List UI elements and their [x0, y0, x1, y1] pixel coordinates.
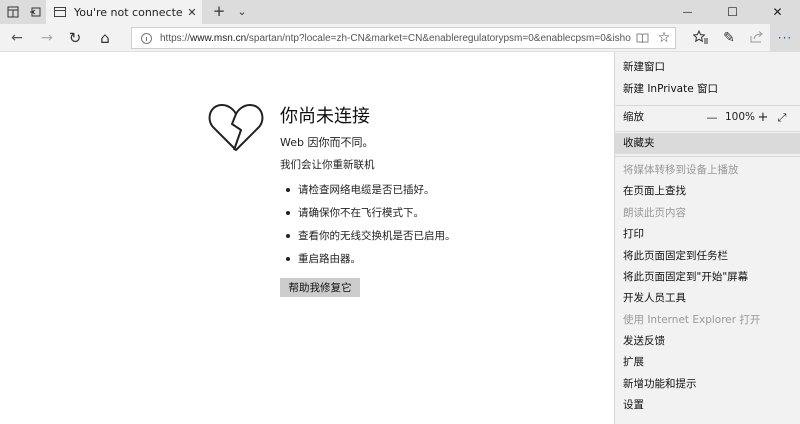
refresh-icon: ↻: [68, 29, 82, 47]
menu-item-new-inprivate[interactable]: 新建 InPrivate 窗口: [615, 79, 800, 100]
tips-list: 请检查网络电缆是否已插好。 请确保你不在飞行模式下。 查看你的无线交换机是否已启…: [286, 183, 456, 275]
favorites-hub-icon: [692, 29, 709, 47]
maximize-icon: ☐: [727, 5, 738, 19]
menu-item-pin-start[interactable]: 将此页面固定到"开始"屏幕: [615, 267, 800, 288]
menu-item-print[interactable]: 打印: [615, 224, 800, 245]
forward-button[interactable]: →: [32, 24, 62, 52]
menu-item-read-aloud[interactable]: 朗读此页内容: [615, 203, 800, 224]
list-item: 查看你的无线交换机是否已启用。: [286, 229, 456, 252]
info-icon[interactable]: [141, 32, 152, 44]
menu-item-favorites[interactable]: 收藏夹: [615, 133, 800, 154]
broken-heart-icon: [208, 104, 264, 151]
back-button[interactable]: ←: [2, 24, 32, 52]
list-item: 请检查网络电缆是否已插好。: [286, 183, 456, 206]
menu-divider: [615, 156, 800, 157]
tab-preview-icon[interactable]: [2, 0, 24, 24]
more-icon: ···: [777, 31, 793, 45]
zoom-level: 100%: [724, 111, 756, 123]
fullscreen-icon[interactable]: ⤢: [773, 107, 791, 128]
nav-bar: ← → ↻ ⌂ https://www.msn.cn/spartan/ntp?l…: [0, 24, 800, 52]
list-item: 请确保你不在飞行模式下。: [286, 206, 456, 229]
tab-title: You're not connected: [74, 5, 182, 19]
menu-item-new-window[interactable]: 新建窗口: [615, 57, 800, 78]
menu-divider: [615, 131, 800, 132]
settings-menu: 新建窗口 新建 InPrivate 窗口 缩放 — 100% + ⤢ 收藏夹 将…: [614, 52, 800, 424]
menu-item-whats-new[interactable]: 新增功能和提示: [615, 374, 800, 395]
home-icon: ⌂: [100, 29, 110, 47]
page-icon: [54, 7, 66, 17]
menu-divider: [615, 105, 800, 106]
close-icon: ✕: [772, 5, 783, 19]
address-bar[interactable]: https://www.msn.cn/spartan/ntp?locale=zh…: [131, 27, 676, 49]
zoom-in-button[interactable]: +: [755, 107, 771, 128]
set-tabs-aside-icon[interactable]: [24, 0, 46, 24]
reading-view-icon[interactable]: [631, 28, 653, 48]
fix-it-button[interactable]: 帮助我修复它: [280, 278, 360, 297]
menu-item-feedback[interactable]: 发送反馈: [615, 331, 800, 352]
title-bar: You're not connected ✕ + ⌄ — ☐ ✕: [0, 0, 800, 24]
menu-item-dev-tools[interactable]: 开发人员工具: [615, 288, 800, 309]
tab-close-icon[interactable]: ✕: [182, 6, 202, 19]
share-icon: [750, 30, 764, 46]
tab-active[interactable]: You're not connected ✕: [46, 0, 202, 24]
url-prefix: https://: [160, 32, 191, 44]
hub-button[interactable]: [686, 24, 716, 52]
minimize-icon: —: [682, 6, 693, 18]
menu-item-extensions[interactable]: 扩展: [615, 352, 800, 373]
chevron-down-icon[interactable]: ⌄: [232, 0, 252, 24]
url-host: www.msn.cn: [190, 32, 247, 44]
forward-arrow-icon: →: [41, 30, 53, 46]
menu-item-open-ie[interactable]: 使用 Internet Explorer 打开: [615, 310, 800, 331]
web-notes-button[interactable]: ✎: [714, 24, 744, 52]
maximize-button[interactable]: ☐: [710, 0, 755, 24]
refresh-button[interactable]: ↻: [60, 24, 90, 52]
page-title: 你尚未连接: [280, 106, 370, 127]
menu-item-find[interactable]: 在页面上查找: [615, 181, 800, 202]
menu-item-settings[interactable]: 设置: [615, 395, 800, 416]
new-tab-button[interactable]: +: [208, 0, 230, 24]
menu-item-cast[interactable]: 将媒体转移到设备上播放: [615, 160, 800, 181]
close-window-button[interactable]: ✕: [755, 0, 800, 24]
url-path: /spartan/ntp?locale=zh-CN&market=CN&enab…: [246, 32, 631, 44]
url-text[interactable]: https://www.msn.cn/spartan/ntp?locale=zh…: [160, 33, 631, 44]
back-arrow-icon: ←: [11, 30, 23, 46]
zoom-out-button[interactable]: —: [703, 107, 721, 128]
more-button[interactable]: ···: [770, 24, 800, 52]
minimize-button[interactable]: —: [665, 0, 710, 24]
list-item: 重启路由器。: [286, 252, 456, 275]
share-button[interactable]: [742, 24, 772, 52]
menu-item-zoom: 缩放 — 100% + ⤢: [615, 107, 800, 128]
try-text: 我们会让你重新联机: [280, 159, 375, 171]
pen-icon: ✎: [723, 30, 735, 46]
page-subtitle: Web 因你而不同。: [280, 136, 374, 149]
favorite-star-icon[interactable]: ☆: [653, 28, 675, 48]
menu-item-pin-taskbar[interactable]: 将此页面固定到任务栏: [615, 246, 800, 267]
zoom-label: 缩放: [623, 111, 644, 123]
home-button[interactable]: ⌂: [90, 24, 120, 52]
